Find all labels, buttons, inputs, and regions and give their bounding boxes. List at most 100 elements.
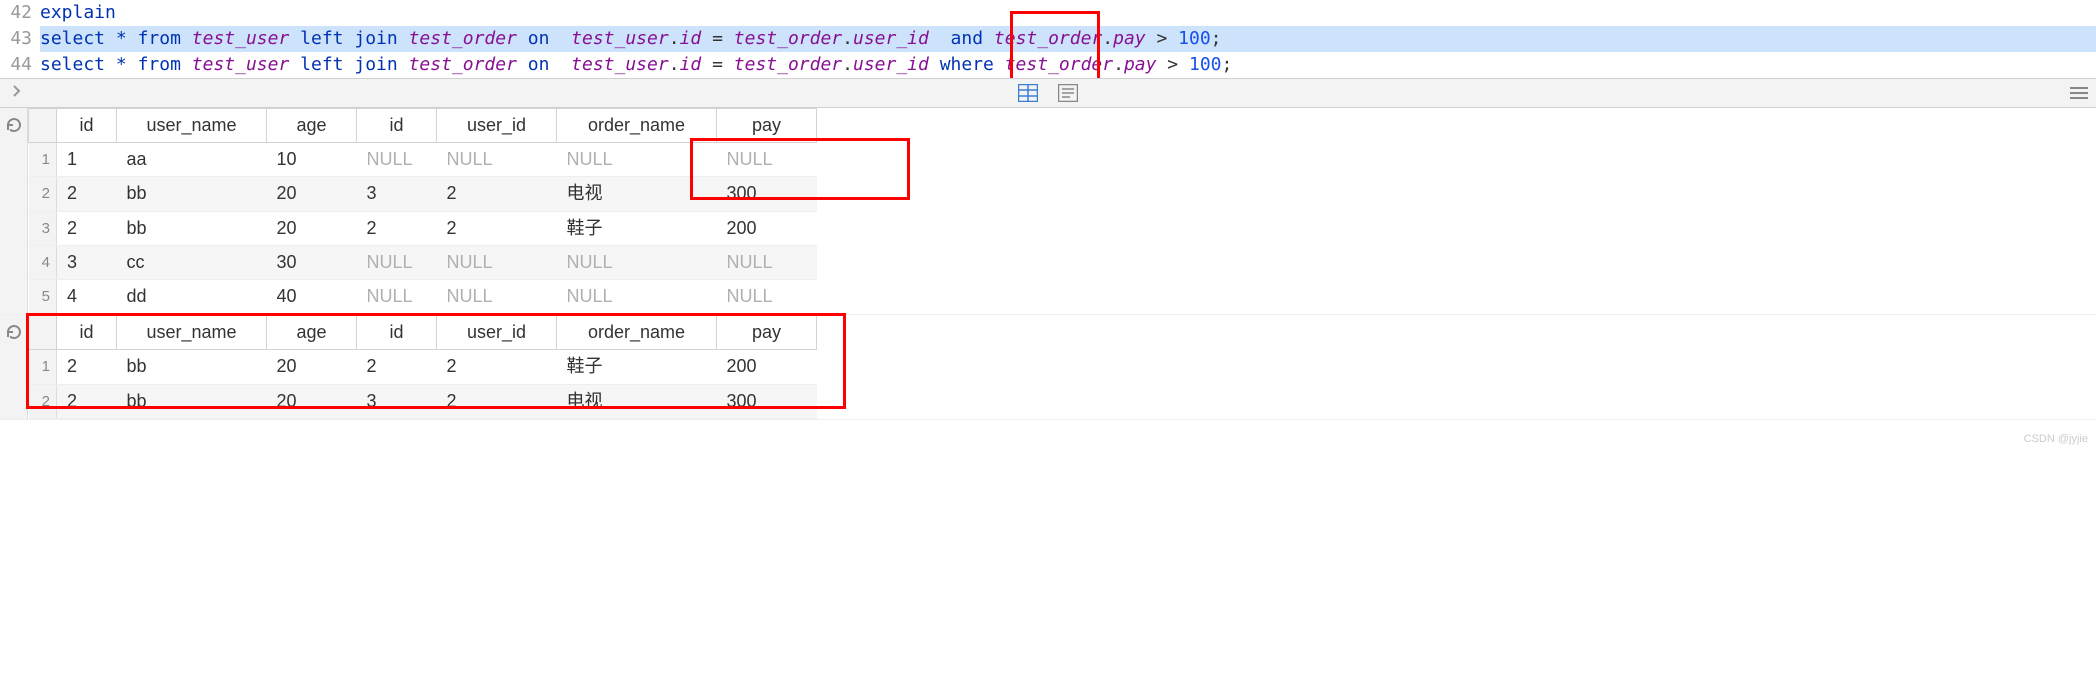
refresh-icon[interactable] [5,116,23,134]
cell[interactable]: 30 [267,245,357,279]
cell[interactable]: NULL [557,143,717,177]
column-header[interactable]: pay [717,109,817,143]
cell[interactable]: 10 [267,143,357,177]
cell[interactable]: NULL [357,279,437,313]
cell[interactable]: NULL [557,245,717,279]
column-header[interactable]: age [267,316,357,350]
menu-icon[interactable] [2070,87,2088,99]
cell[interactable]: NULL [717,245,817,279]
cell[interactable]: 20 [267,177,357,211]
result-panel-1: iduser_nameageiduser_idorder_namepay11aa… [0,108,2096,315]
cell[interactable]: 3 [57,245,117,279]
cell[interactable]: NULL [357,245,437,279]
line-number: 44 [0,52,40,77]
cell[interactable]: NULL [437,143,557,177]
cell[interactable]: bb [117,211,267,245]
cell[interactable]: 300 [717,177,817,211]
column-header[interactable]: user_name [117,316,267,350]
cell[interactable]: bb [117,350,267,384]
cell[interactable]: NULL [717,143,817,177]
cell[interactable]: dd [117,279,267,313]
line-number: 43 [0,26,40,51]
table-row[interactable]: 43cc30NULLNULLNULLNULL [29,245,817,279]
cell[interactable]: 2 [57,211,117,245]
cell[interactable]: NULL [437,245,557,279]
cell[interactable]: 40 [267,279,357,313]
column-header[interactable]: user_id [437,316,557,350]
code-content[interactable]: explain [40,0,2096,26]
cell[interactable]: bb [117,177,267,211]
cell[interactable]: 2 [437,350,557,384]
table-view-icon[interactable] [1017,83,1039,103]
chevron-right-icon[interactable] [8,82,26,104]
cell[interactable]: 2 [357,350,437,384]
cell[interactable]: 鞋子 [557,350,717,384]
cell[interactable]: 2 [437,384,557,418]
cell[interactable]: 200 [717,211,817,245]
row-number: 3 [29,211,57,245]
result-sidebar [0,315,28,419]
text-view-icon[interactable] [1057,83,1079,103]
row-number: 1 [29,143,57,177]
result-panel-2: iduser_nameageiduser_idorder_namepay12bb… [0,315,2096,420]
cell[interactable]: NULL [557,279,717,313]
editor-line[interactable]: 43select * from test_user left join test… [0,26,2096,52]
table-row[interactable]: 22bb2032电视300 [29,177,817,211]
cell[interactable]: 200 [717,350,817,384]
cell[interactable]: bb [117,384,267,418]
column-header[interactable]: id [357,109,437,143]
column-header[interactable]: id [57,109,117,143]
cell[interactable]: NULL [437,279,557,313]
row-number: 1 [29,350,57,384]
table-row[interactable]: 12bb2022鞋子200 [29,350,817,384]
code-content[interactable]: select * from test_user left join test_o… [40,26,2096,52]
column-header[interactable]: user_id [437,109,557,143]
editor-line[interactable]: 42explain [0,0,2096,26]
column-header[interactable]: user_name [117,109,267,143]
cell[interactable]: 20 [267,211,357,245]
row-number: 2 [29,177,57,211]
table-row[interactable]: 32bb2022鞋子200 [29,211,817,245]
cell[interactable]: 1 [57,143,117,177]
sql-editor[interactable]: 42explain43select * from test_user left … [0,0,2096,78]
column-header[interactable]: order_name [557,316,717,350]
cell[interactable]: 2 [357,211,437,245]
refresh-icon[interactable] [5,323,23,341]
cell[interactable]: cc [117,245,267,279]
code-content[interactable]: select * from test_user left join test_o… [40,52,2096,78]
result-grid-2[interactable]: iduser_nameageiduser_idorder_namepay12bb… [28,315,2096,419]
column-header[interactable]: id [357,316,437,350]
column-header[interactable]: order_name [557,109,717,143]
cell[interactable]: 2 [57,384,117,418]
editor-line[interactable]: 44select * from test_user left join test… [0,52,2096,78]
cell[interactable]: 鞋子 [557,211,717,245]
rownum-header [29,109,57,143]
cell[interactable]: 3 [357,177,437,211]
table-row[interactable]: 22bb2032电视300 [29,384,817,418]
cell[interactable]: NULL [357,143,437,177]
cell[interactable]: aa [117,143,267,177]
cell[interactable]: 20 [267,384,357,418]
cell[interactable]: 2 [57,350,117,384]
cell[interactable]: 2 [57,177,117,211]
cell[interactable]: 2 [437,211,557,245]
cell[interactable]: 3 [357,384,437,418]
cell[interactable]: 电视 [557,177,717,211]
row-number: 2 [29,384,57,418]
column-header[interactable]: age [267,109,357,143]
table-row[interactable]: 11aa10NULLNULLNULLNULL [29,143,817,177]
column-header[interactable]: id [57,316,117,350]
rownum-header [29,316,57,350]
cell[interactable]: 4 [57,279,117,313]
cell[interactable]: 电视 [557,384,717,418]
line-number: 42 [0,0,40,25]
cell[interactable]: 20 [267,350,357,384]
table-row[interactable]: 54dd40NULLNULLNULLNULL [29,279,817,313]
row-number: 5 [29,279,57,313]
cell[interactable]: 300 [717,384,817,418]
cell[interactable]: 2 [437,177,557,211]
row-number: 4 [29,245,57,279]
result-grid-1[interactable]: iduser_nameageiduser_idorder_namepay11aa… [28,108,2096,314]
cell[interactable]: NULL [717,279,817,313]
column-header[interactable]: pay [717,316,817,350]
